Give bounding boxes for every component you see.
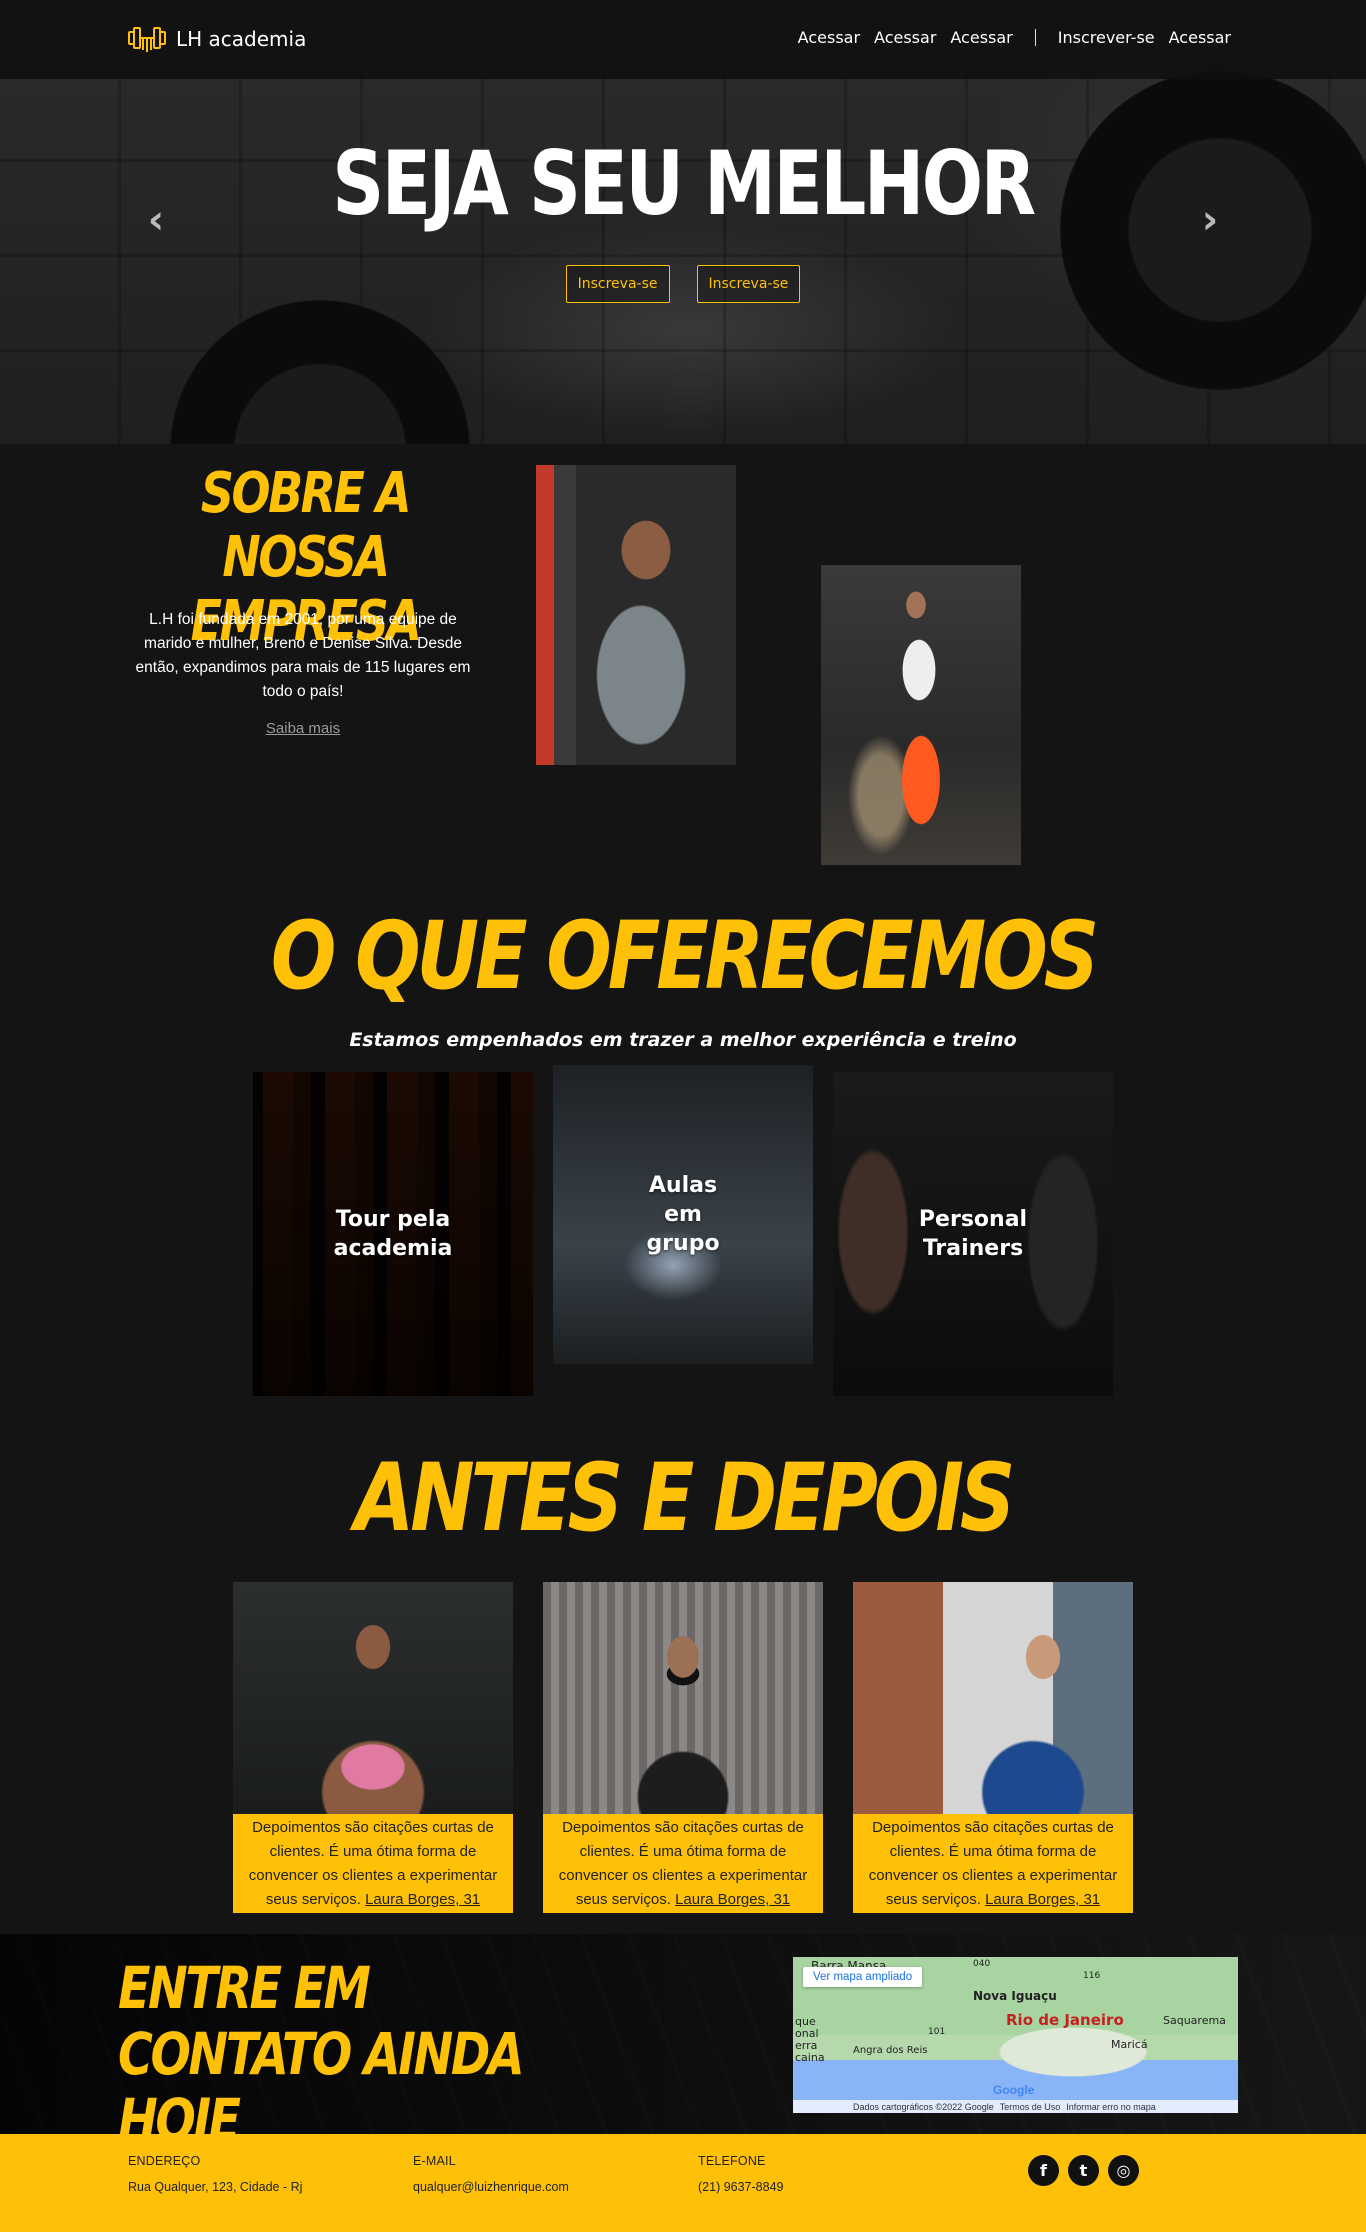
footer-phone-label: TELEFONE — [698, 2154, 766, 2168]
testimonial-author[interactable]: Laura Borges, 31 — [985, 1891, 1100, 1908]
map-label: Maricá — [1111, 2038, 1148, 2051]
map-label: 116 — [1083, 1971, 1101, 1981]
map-label: 040 — [973, 1959, 991, 1969]
testimonial-caption: Depoimentos são citações curtas de clien… — [233, 1814, 513, 1913]
offer-subtitle: Estamos empenhados em trazer a melhor ex… — [349, 1029, 1017, 1051]
facebook-icon[interactable]: f — [1028, 2155, 1059, 2186]
footer-phone-value[interactable]: (21) 9637-8849 — [698, 2180, 783, 2194]
footer: ENDEREÇO Rua Qualquer, 123, Cidade - Rj … — [0, 2134, 1366, 2232]
footer-address: ENDEREÇO Rua Qualquer, 123, Cidade - Rj — [128, 2154, 302, 2194]
page: SEJA SEU MELHOR Inscreva-se Inscreva-se … — [0, 0, 1366, 2232]
footer-phone: TELEFONE (21) 9637-8849 — [698, 2154, 783, 2194]
testimonial-caption: Depoimentos são citações curtas de clien… — [543, 1814, 823, 1913]
map-label: Nova Iguaçu — [973, 1989, 1057, 2003]
offer-card-tour[interactable]: Tour pela academia — [253, 1072, 533, 1396]
offer-title: O QUE OFERECEMOS — [270, 902, 1099, 1011]
testimonial-card: Depoimentos são citações curtas de clien… — [853, 1582, 1133, 1913]
offer-card-label: Tour pela academia — [333, 1207, 453, 1261]
offer-card-group-classes[interactable]: Aulas em grupo — [553, 1065, 813, 1364]
map-city-label: Rio de Janeiro — [1006, 2011, 1124, 2029]
testimonial-photo — [543, 1582, 823, 1814]
about-photo-woman-ropes — [821, 565, 1021, 865]
carousel-prev-icon[interactable]: ‹ — [141, 200, 171, 240]
testimonial-photo — [853, 1582, 1133, 1814]
footer-address-value: Rua Qualquer, 123, Cidade - Rj — [128, 2180, 303, 2194]
nav-link-acessar-1[interactable]: Acessar — [798, 28, 860, 47]
hero-signup-button-2[interactable]: Inscreva-se — [696, 265, 801, 303]
testimonial-author[interactable]: Laura Borges, 31 — [675, 1891, 790, 1908]
about-more-link[interactable]: Saiba mais — [126, 720, 480, 737]
footer-email: E-MAIL qualquer@luizhenrique.com — [413, 2154, 569, 2194]
nav-links: Acessar Acessar Acessar Inscrever-se Ace… — [784, 28, 1231, 47]
about-text: L.H foi fundada em 2001, por uma equipe … — [135, 611, 471, 700]
map-footer: Dados cartográficos ©2022 Google Termos … — [793, 2100, 1238, 2113]
map-label: 101 — [928, 2027, 946, 2037]
before-after-title: ANTES E DEPOIS — [354, 1444, 1016, 1553]
offer-card-label: Personal Trainers — [918, 1207, 1028, 1261]
map-attribution: Dados cartográficos ©2022 Google — [853, 2101, 994, 2112]
offer-card-label: Aulas em grupo — [646, 1173, 720, 1256]
map-report-link[interactable]: Informar erro no mapa — [1066, 2102, 1156, 2112]
testimonial-photo — [233, 1582, 513, 1814]
carousel-next-icon[interactable]: › — [1195, 200, 1225, 240]
map-label: Angra dos Reis — [853, 2045, 928, 2056]
map-google-logo: Google — [993, 2083, 1035, 2097]
footer-email-value[interactable]: qualquer@luizhenrique.com — [413, 2180, 569, 2194]
footer-address-label: ENDEREÇO — [128, 2154, 201, 2168]
hero-signup-button-1[interactable]: Inscreva-se — [565, 265, 670, 303]
nav-link-signup[interactable]: Inscrever-se — [1058, 28, 1155, 47]
nav-link-login[interactable]: Acessar — [1169, 28, 1231, 47]
offer-card-personal-trainers[interactable]: Personal Trainers — [833, 1072, 1113, 1396]
brand-name: LH academia — [176, 27, 307, 51]
footer-email-label: E-MAIL — [413, 2154, 456, 2168]
navbar: LH academia Acessar Acessar Acessar Insc… — [0, 0, 1366, 79]
brand[interactable]: LH academia — [126, 22, 306, 56]
testimonial-author[interactable]: Laura Borges, 31 — [365, 1891, 480, 1908]
dumbbell-icon — [128, 27, 166, 52]
hero-buttons: Inscreva-se Inscreva-se — [0, 265, 1366, 303]
twitter-icon[interactable]: t — [1068, 2155, 1099, 2186]
testimonial-caption: Depoimentos são citações curtas de clien… — [853, 1814, 1133, 1913]
map-label: Saquarema — [1163, 2014, 1226, 2027]
map-label: caina — [795, 2051, 825, 2064]
map-enlarge-button[interactable]: Ver mapa ampliado — [803, 1967, 923, 1987]
nav-link-acessar-3[interactable]: Acessar — [950, 28, 1012, 47]
nav-divider — [1034, 29, 1036, 46]
hero-title: SEJA SEU MELHOR — [332, 132, 1036, 235]
contact-title: ENTRE EM CONTATO AINDA HOJE — [118, 1954, 525, 2154]
google-map[interactable]: Barra Mansa 040 116 Nova Iguaçu Rio de J… — [793, 1957, 1238, 2113]
about-photo-man-boxing — [536, 465, 736, 765]
instagram-icon[interactable]: ◎ — [1108, 2155, 1139, 2186]
map-terms-link[interactable]: Termos de Uso — [1000, 2102, 1061, 2112]
nav-link-acessar-2[interactable]: Acessar — [874, 28, 936, 47]
testimonial-card: Depoimentos são citações curtas de clien… — [233, 1582, 513, 1913]
testimonial-card: Depoimentos são citações curtas de clien… — [543, 1582, 823, 1913]
social-links: f t ◎ — [1028, 2155, 1139, 2186]
